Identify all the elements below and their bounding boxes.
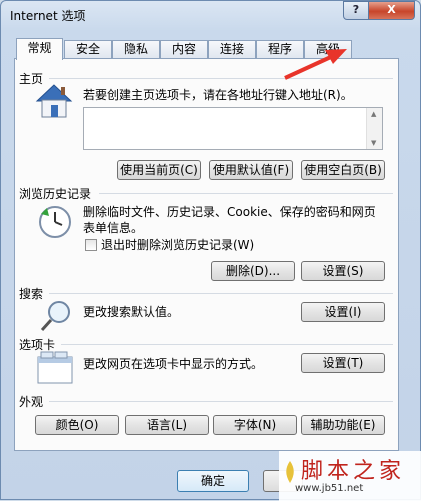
fonts-button[interactable]: 字体(N) [213,415,297,435]
tabs-settings-button[interactable]: 设置(T) [301,353,385,373]
history-settings-button[interactable]: 设置(S) [301,261,385,281]
delete-on-exit-checkbox[interactable] [85,239,97,251]
delete-history-button[interactable]: 删除(D)... [211,261,295,281]
watermark: 脚本之家 www.jb51.net [279,451,421,501]
languages-button[interactable]: 语言(L) [125,415,209,435]
use-current-button[interactable]: 使用当前页(C) [117,160,201,180]
search-divider [49,293,393,294]
annotation-arrow-icon [284,49,347,80]
help-button[interactable]: ? [343,1,369,20]
internet-options-window: Internet 选项 ? X 常规 安全 隐私 内容 连接 程序 高级 主页 … [0,0,421,501]
ok-button[interactable]: 确定 [177,470,249,492]
accessibility-button[interactable]: 辅助功能(E) [301,415,385,435]
window-title: Internet 选项 [10,9,86,23]
scroll-up-icon[interactable]: ▲ [371,110,376,118]
appearance-heading: 外观 [19,395,44,409]
history-clock-icon [39,206,71,238]
home-icon [35,84,73,118]
tab-connections[interactable]: 连接 [208,40,256,59]
watermark-name: 脚本之家 [301,459,406,484]
general-tab-panel: 主页 若要创建主页选项卡，请在各地址行键入地址(R)。 ▲ ▼ 使用当前页(C)… [14,58,399,451]
home-description: 若要创建主页选项卡，请在各地址行键入地址(R)。 [83,88,353,102]
tab-privacy[interactable]: 隐私 [112,40,160,59]
tab-content[interactable]: 内容 [160,40,208,59]
tabs-description: 更改网页在选项卡中显示的方式。 [83,357,264,371]
watermark-url: www.jb51.net [295,483,364,494]
tabs-window-icon [37,351,73,384]
delete-on-exit-label[interactable]: 退出时删除浏览历史记录(W) [101,237,254,253]
use-default-button[interactable]: 使用默认值(F) [209,160,293,180]
colors-button[interactable]: 颜色(O) [35,415,119,435]
tabs-divider [61,344,393,345]
watermark-logo-icon [286,461,294,483]
home-url-scrollbar[interactable]: ▲ ▼ [366,108,382,149]
home-url-textarea[interactable]: ▲ ▼ [83,107,383,150]
search-magnifier-icon [40,301,70,332]
history-description: 删除临时文件、历史记录、Cookie、保存的密码和网页表单信息。 [83,205,376,235]
tab-security[interactable]: 安全 [64,40,112,59]
search-settings-button[interactable]: 设置(I) [301,302,385,322]
use-blank-button[interactable]: 使用空白页(B) [301,160,385,180]
tab-general[interactable]: 常规 [16,38,63,60]
scroll-down-icon[interactable]: ▼ [371,139,376,147]
history-heading: 浏览历史记录 [19,187,92,201]
history-divider [99,193,393,194]
close-button[interactable]: X [368,1,415,20]
search-description: 更改搜索默认值。 [83,305,180,319]
appearance-divider [49,401,393,402]
